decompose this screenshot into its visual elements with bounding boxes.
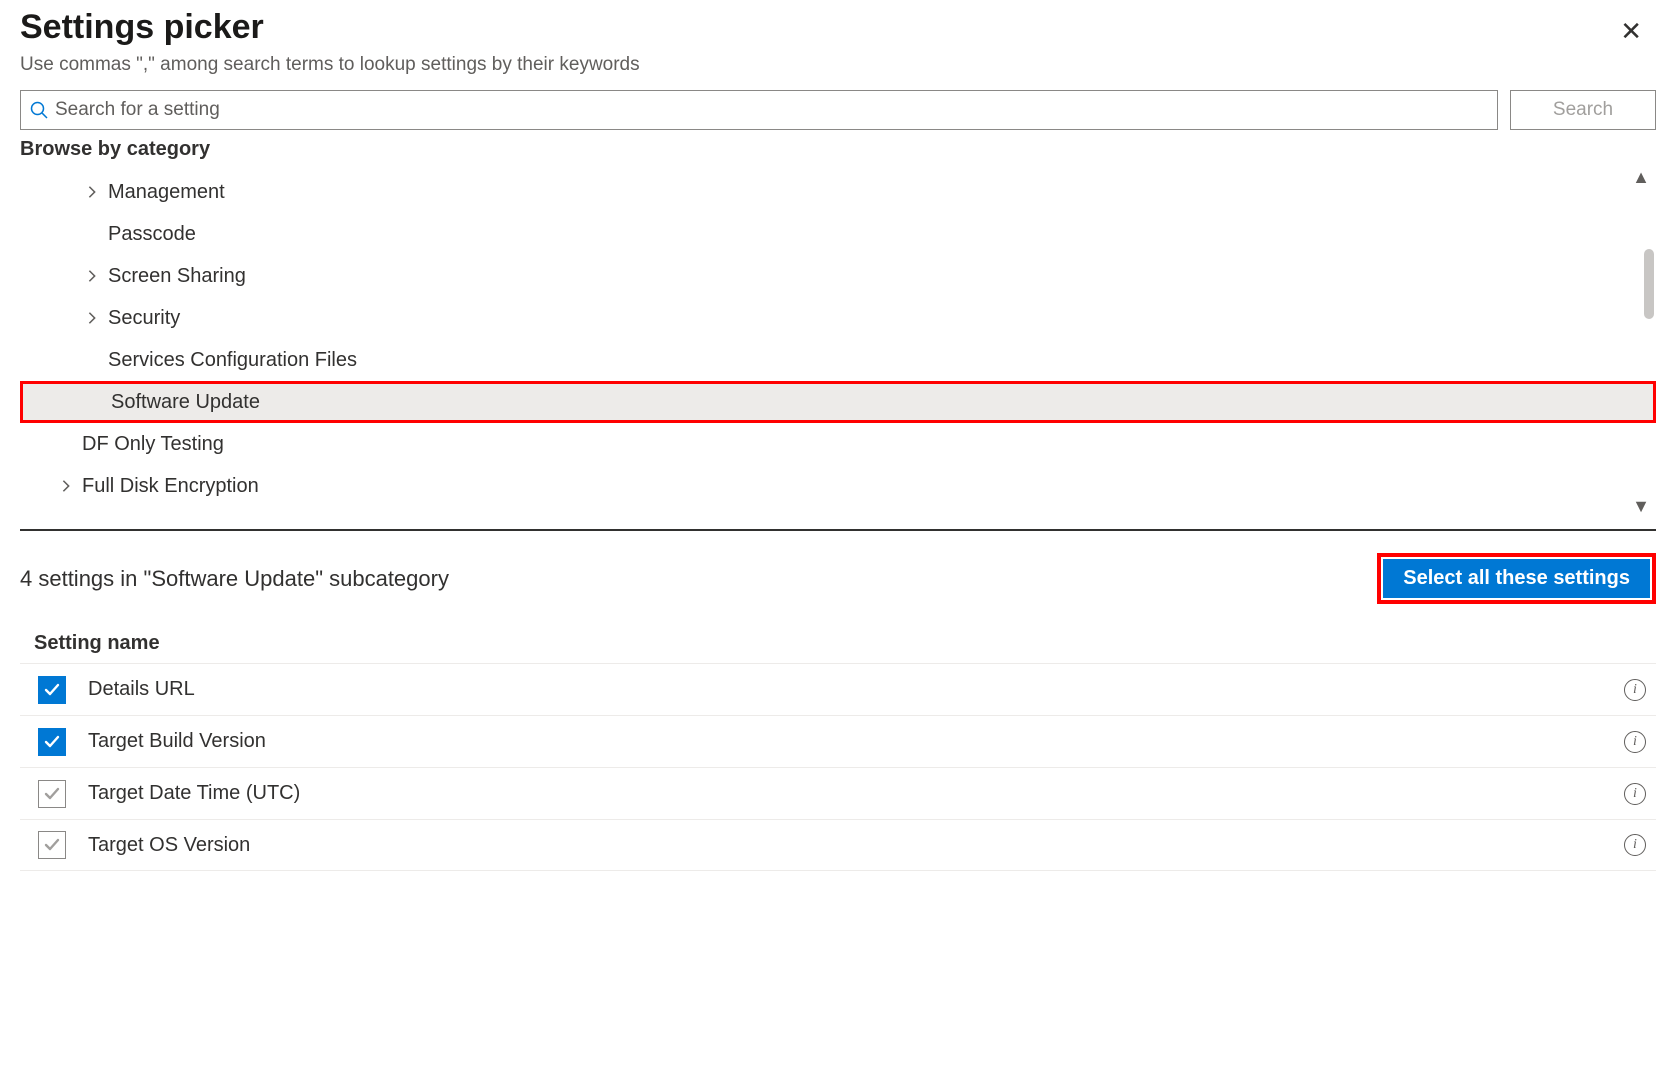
- category-item-label: Security: [108, 307, 180, 330]
- category-item-label: Screen Sharing: [108, 265, 246, 288]
- setting-name-column-header: Setting name: [20, 632, 1656, 655]
- info-icon[interactable]: i: [1624, 679, 1646, 701]
- category-item-security[interactable]: Security: [20, 297, 1656, 339]
- category-item-df-only-testing[interactable]: DF Only Testing: [20, 423, 1656, 465]
- setting-row: Target OS Versioni: [20, 819, 1656, 871]
- setting-label: Target Date Time (UTC): [88, 782, 1624, 805]
- search-button[interactable]: Search: [1510, 90, 1656, 130]
- info-icon[interactable]: i: [1624, 834, 1646, 856]
- settings-list: Details URLiTarget Build VersioniTarget …: [20, 663, 1656, 871]
- close-icon: ✕: [1620, 16, 1642, 46]
- subcategory-count-label: 4 settings in "Software Update" subcateg…: [20, 566, 449, 592]
- close-button[interactable]: ✕: [1616, 14, 1646, 48]
- setting-row: Details URLi: [20, 663, 1656, 715]
- category-item-services-configuration-files[interactable]: Services Configuration Files: [20, 339, 1656, 381]
- category-item-label: Full Disk Encryption: [82, 475, 259, 498]
- info-icon[interactable]: i: [1624, 731, 1646, 753]
- setting-label: Target OS Version: [88, 834, 1624, 857]
- setting-checkbox[interactable]: [38, 831, 66, 859]
- scrollbar-thumb[interactable]: [1644, 249, 1654, 319]
- search-box[interactable]: [20, 90, 1498, 130]
- category-item-label: DF Only Testing: [82, 433, 224, 456]
- select-all-button[interactable]: Select all these settings: [1383, 559, 1650, 598]
- page-subtitle: Use commas "," among search terms to loo…: [20, 54, 1656, 76]
- scroll-down-icon[interactable]: ▼: [1632, 496, 1650, 517]
- search-input[interactable]: [55, 99, 1489, 121]
- category-tree: Management Passcode Screen Sharing Security…: [20, 167, 1656, 507]
- setting-checkbox[interactable]: [38, 780, 66, 808]
- setting-label: Target Build Version: [88, 730, 1624, 753]
- setting-row: Target Build Versioni: [20, 715, 1656, 767]
- chevron-right-icon: [54, 479, 78, 493]
- category-item-label: Passcode: [108, 223, 196, 246]
- page-title: Settings picker: [20, 8, 264, 47]
- category-item-label: Software Update: [111, 391, 260, 414]
- setting-checkbox[interactable]: [38, 676, 66, 704]
- chevron-right-icon: [80, 185, 104, 199]
- select-all-highlight: Select all these settings: [1377, 553, 1656, 604]
- category-item-full-disk-encryption[interactable]: Full Disk Encryption: [20, 465, 1656, 507]
- category-item-passcode[interactable]: Passcode: [20, 213, 1656, 255]
- category-item-screen-sharing[interactable]: Screen Sharing: [20, 255, 1656, 297]
- category-item-management[interactable]: Management: [20, 171, 1656, 213]
- category-item-label: Services Configuration Files: [108, 349, 357, 372]
- setting-checkbox[interactable]: [38, 728, 66, 756]
- browse-by-category-label: Browse by category: [20, 138, 1656, 161]
- scroll-up-icon[interactable]: ▲: [1632, 167, 1650, 188]
- chevron-right-icon: [80, 269, 104, 283]
- category-item-label: Management: [108, 181, 225, 204]
- setting-row: Target Date Time (UTC)i: [20, 767, 1656, 819]
- chevron-right-icon: [80, 311, 104, 325]
- setting-label: Details URL: [88, 678, 1624, 701]
- section-divider: [20, 529, 1656, 531]
- search-icon: [29, 100, 49, 120]
- category-item-software-update[interactable]: Software Update: [20, 381, 1656, 423]
- info-icon[interactable]: i: [1624, 783, 1646, 805]
